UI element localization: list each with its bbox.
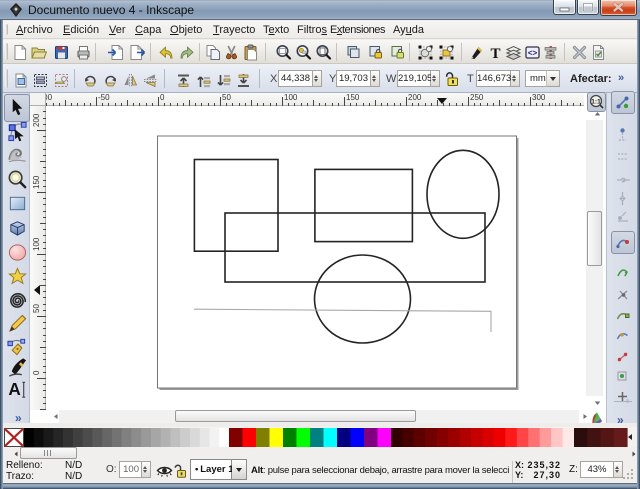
svg-text:1:1: 1:1 [591, 99, 601, 106]
svg-text:100: 100 [284, 93, 298, 102]
svg-text:50: 50 [222, 93, 231, 102]
svg-text:250: 250 [470, 93, 484, 102]
svg-text:-100: -100 [46, 93, 53, 102]
svg-text:200: 200 [408, 93, 422, 102]
svg-text:0: 0 [160, 93, 165, 102]
svg-text:0: 0 [32, 370, 41, 375]
svg-text:A: A [8, 379, 20, 399]
svg-text:300: 300 [532, 93, 546, 102]
svg-text:50: 50 [32, 304, 41, 313]
svg-text:-50: -50 [98, 93, 110, 102]
svg-text:T: T [490, 46, 500, 61]
svg-text:150: 150 [346, 93, 360, 102]
svg-text:<>: <> [528, 49, 538, 58]
svg-text:150: 150 [32, 175, 41, 189]
svg-text:100: 100 [32, 237, 41, 251]
svg-text:200: 200 [32, 113, 41, 127]
